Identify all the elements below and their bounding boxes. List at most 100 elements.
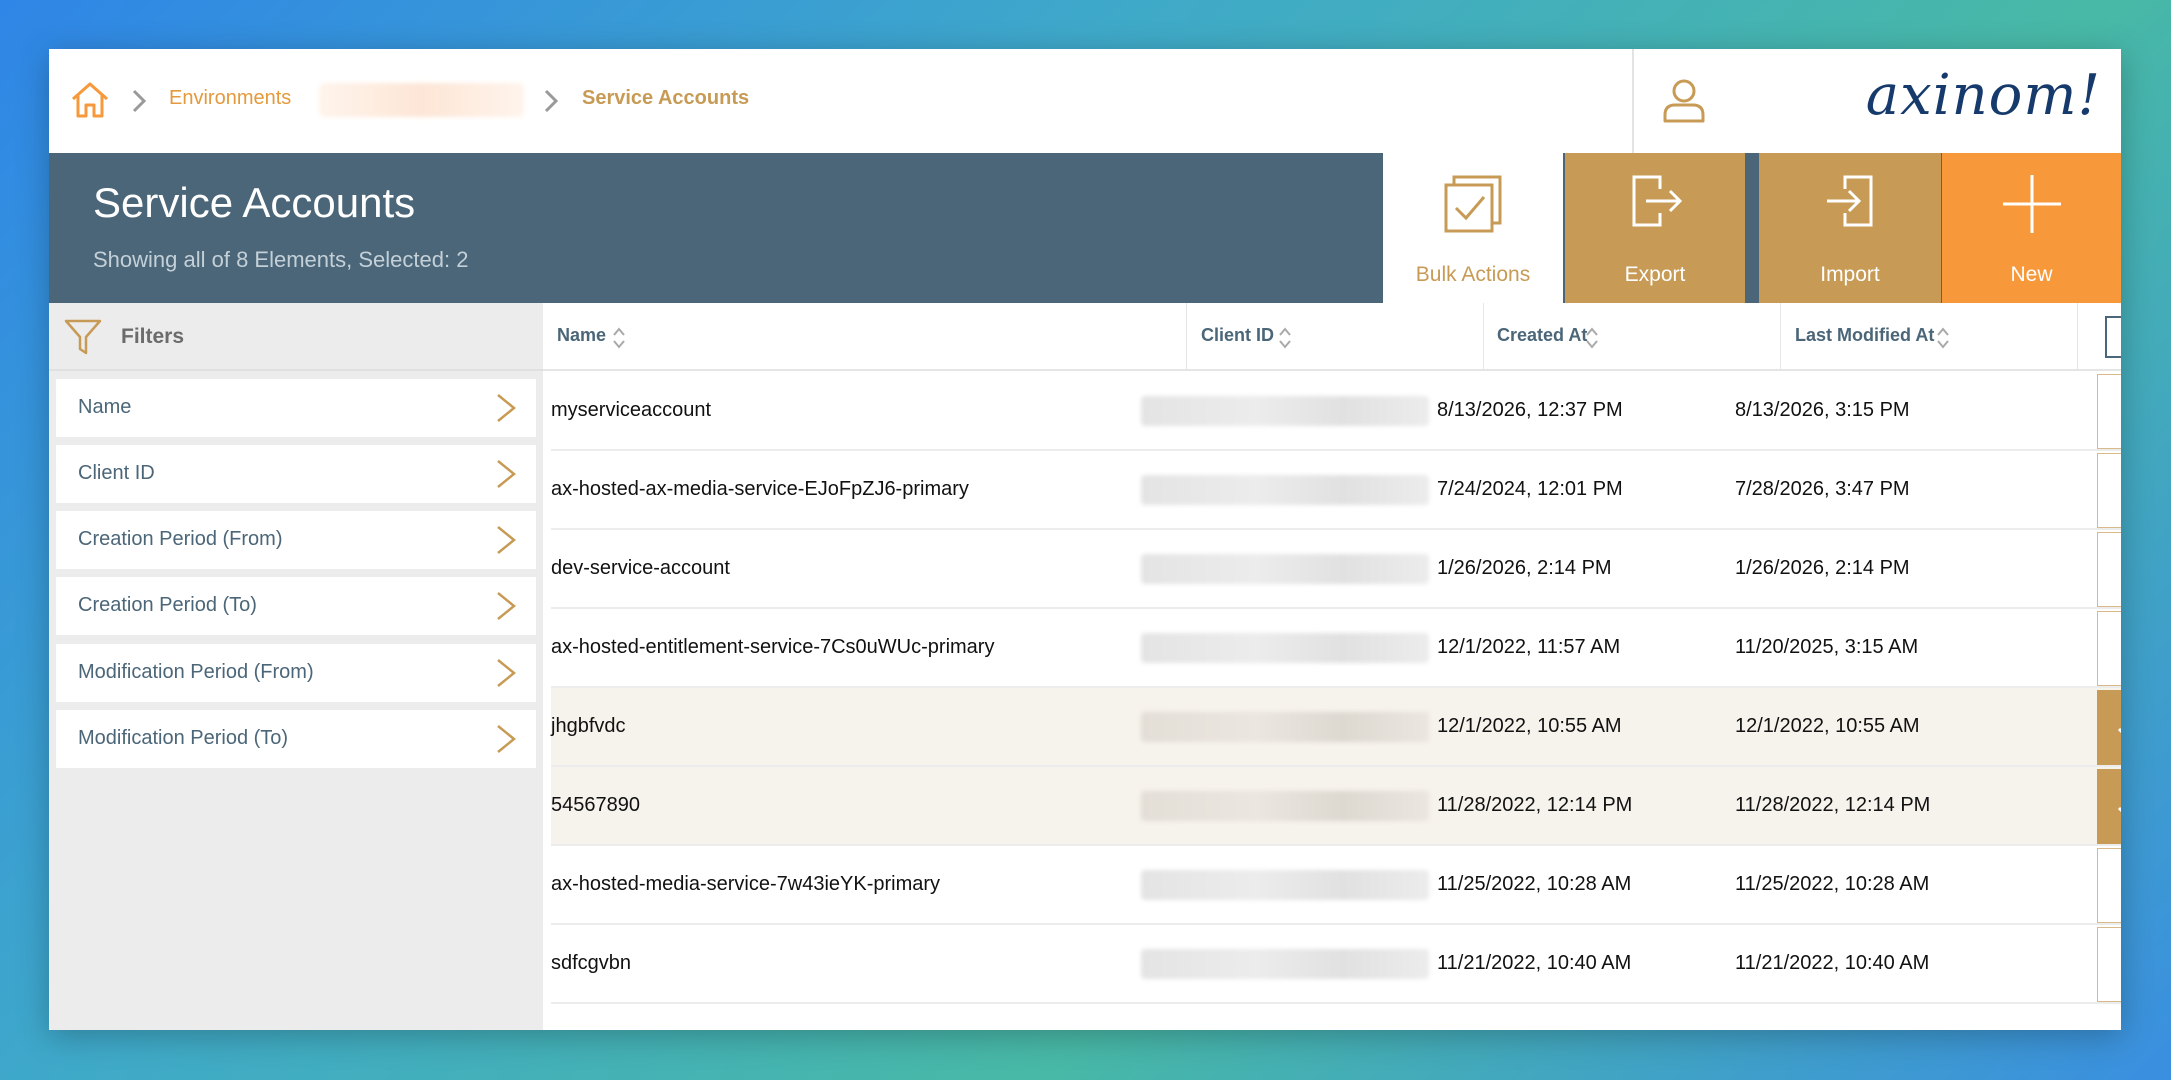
chevron-right-icon (497, 592, 516, 620)
cell-last-modified: 11/20/2025, 3:15 AM (1735, 636, 1919, 658)
cell-name: myserviceaccount (551, 399, 712, 421)
row-checkbox[interactable] (2097, 848, 2121, 923)
row-checkbox-checked[interactable] (2097, 769, 2121, 844)
selection-summary: Showing all of 8 Elements, Selected: 2 (93, 247, 469, 272)
table-row[interactable]: dev-service-account 1/26/2026, 2:14 PM 1… (551, 530, 2121, 609)
chevron-right-icon (497, 394, 516, 422)
sort-icon[interactable] (1585, 325, 1599, 351)
filter-creation-from[interactable]: Creation Period (From) (56, 511, 536, 569)
checkmark-icon (2117, 727, 2121, 734)
column-header-label: Last Modified At (1795, 325, 1935, 345)
cell-created-at: 7/24/2024, 12:01 PM (1437, 478, 1623, 500)
export-icon (1632, 175, 1683, 227)
row-checkbox[interactable] (2097, 532, 2121, 607)
cell-client-id-redacted (1141, 475, 1429, 505)
column-header-created-at[interactable]: Created At (1483, 303, 1781, 371)
cell-last-modified: 8/13/2026, 3:15 PM (1735, 399, 1910, 421)
cell-client-id-redacted (1141, 791, 1429, 821)
cell-created-at: 11/25/2022, 10:28 AM (1437, 873, 1632, 895)
cell-client-id-redacted (1141, 633, 1429, 663)
filter-label: Creation Period (To) (78, 594, 257, 616)
column-header-label: Client ID (1201, 325, 1275, 345)
page-title: Service Accounts (93, 179, 416, 226)
table-row[interactable]: ax-hosted-ax-media-service-EJoFpZJ6-prim… (551, 451, 2121, 530)
topbar-divider (1632, 49, 1634, 153)
chevron-right-icon (132, 89, 147, 113)
chevron-right-icon (497, 659, 516, 687)
cell-last-modified: 11/21/2022, 10:40 AM (1735, 952, 1930, 974)
new-button[interactable]: New (1941, 153, 2121, 303)
brand-logo: axinom! (1865, 63, 2101, 128)
app-window: Environments Service Accounts axinom! Se… (49, 49, 2121, 1030)
new-label: New (2010, 263, 2053, 286)
bulk-actions-button[interactable]: Bulk Actions (1383, 153, 1563, 303)
top-bar: Environments Service Accounts axinom! (49, 49, 2121, 153)
import-button[interactable]: Import (1759, 153, 1941, 303)
cell-created-at: 11/28/2022, 12:14 PM (1437, 794, 1633, 816)
breadcrumb-current: Service Accounts (582, 87, 750, 109)
column-header-last-modified[interactable]: Last Modified At (1781, 303, 2077, 371)
table-row[interactable]: myserviceaccount 8/13/2026, 12:37 PM 8/1… (551, 372, 2121, 451)
cell-client-id-redacted (1141, 396, 1429, 426)
cell-created-at: 12/1/2022, 11:57 AM (1437, 636, 1621, 658)
cell-name: jhgbfvdc (551, 715, 626, 737)
breadcrumb-environment-name-redacted[interactable] (319, 83, 524, 117)
cell-client-id-redacted (1141, 554, 1429, 584)
cell-last-modified: 7/28/2026, 3:47 PM (1735, 478, 1910, 500)
filter-label: Modification Period (From) (78, 661, 314, 683)
filter-creation-to[interactable]: Creation Period (To) (56, 577, 536, 635)
filter-name[interactable]: Name (56, 379, 536, 437)
filter-label: Client ID (78, 462, 155, 484)
cell-name: 54567890 (551, 794, 640, 816)
chevron-right-icon (497, 725, 516, 753)
filters-title: Filters (121, 325, 185, 348)
cell-last-modified: 11/25/2022, 10:28 AM (1735, 873, 1930, 895)
page-header: Service Accounts Showing all of 8 Elemen… (49, 153, 1383, 303)
cell-name: ax-hosted-entitlement-service-7Cs0uWUc-p… (551, 636, 995, 658)
filter-icon (64, 319, 102, 355)
table-row[interactable]: ax-hosted-entitlement-service-7Cs0uWUc-p… (551, 609, 2121, 688)
bulk-actions-icon (1444, 175, 1502, 233)
cell-created-at: 1/26/2026, 2:14 PM (1437, 557, 1612, 579)
export-button[interactable]: Export (1563, 153, 1745, 303)
select-all-checkbox[interactable] (2105, 316, 2121, 358)
chevron-right-icon (497, 460, 516, 488)
table-row-selected[interactable]: jhgbfvdc 12/1/2022, 10:55 AM 12/1/2022, … (551, 688, 2121, 767)
row-checkbox[interactable] (2097, 453, 2121, 528)
row-checkbox[interactable] (2097, 611, 2121, 686)
filters-header[interactable]: Filters (49, 303, 543, 371)
cell-name: dev-service-account (551, 557, 730, 579)
cell-created-at: 12/1/2022, 10:55 AM (1437, 715, 1622, 737)
cell-last-modified: 11/28/2022, 12:14 PM (1735, 794, 1931, 816)
column-header-name[interactable]: Name (543, 303, 1187, 371)
cell-name: ax-hosted-ax-media-service-EJoFpZJ6-prim… (551, 478, 969, 500)
cell-last-modified: 1/26/2026, 2:14 PM (1735, 557, 1910, 579)
checkmark-icon (2117, 806, 2121, 813)
import-label: Import (1820, 263, 1880, 286)
chevron-right-icon (497, 526, 516, 554)
filter-label: Creation Period (From) (78, 528, 283, 550)
column-header-label: Name (557, 325, 607, 345)
filter-modification-to[interactable]: Modification Period (To) (56, 710, 536, 768)
table-row[interactable]: sdfcgvbn 11/21/2022, 10:40 AM 11/21/2022… (551, 925, 2121, 1004)
filter-client-id[interactable]: Client ID (56, 445, 536, 503)
breadcrumb-environments[interactable]: Environments (169, 87, 291, 110)
column-header-client-id[interactable]: Client ID (1187, 303, 1483, 371)
export-label: Export (1624, 263, 1686, 286)
cell-client-id-redacted (1141, 870, 1429, 900)
table-row-selected[interactable]: 54567890 11/28/2022, 12:14 PM 11/28/2022… (551, 767, 2121, 846)
cell-created-at: 8/13/2026, 12:37 PM (1437, 399, 1623, 421)
row-checkbox-checked[interactable] (2097, 690, 2121, 765)
row-checkbox[interactable] (2097, 927, 2121, 1002)
row-checkbox[interactable] (2097, 374, 2121, 449)
table-row[interactable]: ax-hosted-media-service-7w43ieYK-primary… (551, 846, 2121, 925)
sort-icon[interactable] (612, 325, 626, 351)
action-gap (1745, 153, 1759, 303)
sort-icon[interactable] (1936, 325, 1950, 351)
sort-icon[interactable] (1278, 325, 1292, 351)
filter-label: Name (78, 396, 132, 418)
filter-modification-from[interactable]: Modification Period (From) (56, 644, 536, 702)
user-icon[interactable] (1659, 75, 1709, 125)
bulk-actions-label: Bulk Actions (1415, 263, 1531, 286)
home-icon[interactable] (69, 79, 111, 121)
